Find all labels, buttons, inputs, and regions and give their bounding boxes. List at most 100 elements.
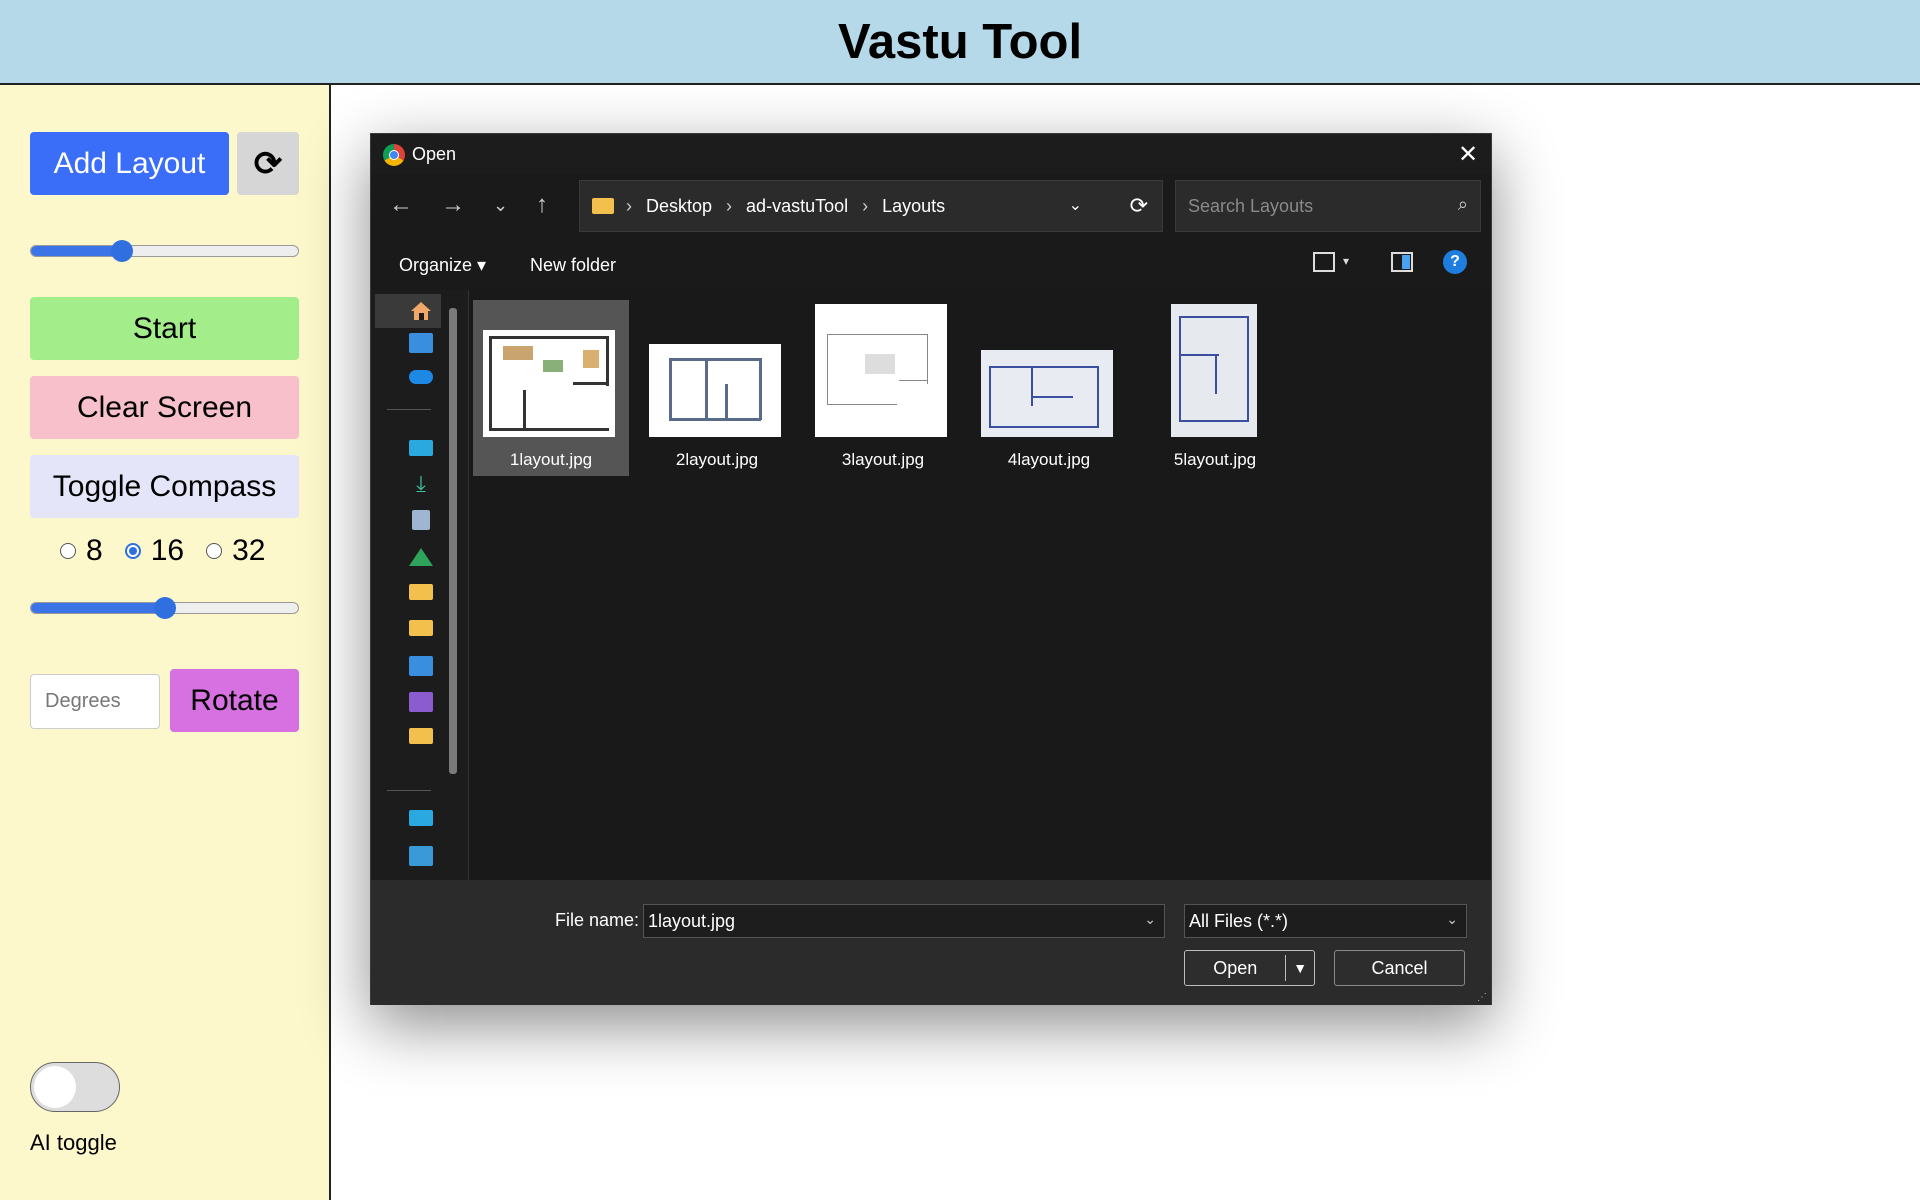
- navigation-pane: ⤓: [371, 290, 469, 880]
- chrome-icon: [383, 144, 405, 166]
- organize-menu[interactable]: Organize ▾: [399, 255, 486, 276]
- view-dropdown-icon[interactable]: ▾: [1343, 254, 1349, 268]
- folder-icon[interactable]: [409, 620, 433, 636]
- file-name: 1layout.jpg: [509, 450, 593, 469]
- scale-slider-fill: [31, 246, 122, 256]
- search-placeholder: Search Layouts: [1188, 196, 1314, 216]
- file-item[interactable]: 5layout.jpg: [1137, 300, 1293, 476]
- folder-icon[interactable]: [409, 584, 433, 600]
- compass-divisions-group: 8 16 32: [60, 531, 287, 571]
- this-pc-icon[interactable]: [409, 810, 433, 826]
- preview-pane-icon[interactable]: [1391, 252, 1413, 272]
- start-button[interactable]: Start: [30, 297, 299, 360]
- breadcrumb-ad-vastutool[interactable]: ad-vastuTool: [746, 196, 848, 217]
- documents-icon[interactable]: [412, 510, 430, 530]
- radio-8[interactable]: [60, 543, 76, 559]
- view-icon[interactable]: [1313, 252, 1335, 272]
- toggle-compass-button[interactable]: Toggle Compass: [30, 455, 299, 518]
- clear-screen-button[interactable]: Clear Screen: [30, 376, 299, 439]
- open-dropdown-icon[interactable]: ▼: [1286, 960, 1314, 976]
- recent-locations-chevron-icon[interactable]: ⌄: [493, 195, 508, 216]
- scale-slider-thumb[interactable]: [110, 240, 133, 262]
- home-icon: [409, 300, 433, 320]
- close-icon: ✕: [1457, 140, 1479, 168]
- network-icon[interactable]: [409, 846, 433, 866]
- file-thumbnail: [483, 330, 615, 437]
- file-name: 2layout.jpg: [675, 450, 759, 469]
- refresh-icon: ⟳: [253, 144, 283, 183]
- app-header: Vastu Tool: [0, 0, 1920, 85]
- radio-16[interactable]: [124, 543, 141, 559]
- folder-icon[interactable]: [409, 728, 433, 744]
- dialog-footer: File name: 1layout.jpg ⌄ All Files (*.*)…: [371, 880, 1491, 1005]
- ai-toggle-knob: [34, 1066, 76, 1108]
- search-box[interactable]: Search Layouts ⌕: [1175, 180, 1481, 232]
- breadcrumb-layouts[interactable]: Layouts: [882, 196, 945, 217]
- address-dropdown-icon[interactable]: ⌄: [1069, 195, 1082, 215]
- onedrive-icon[interactable]: [409, 370, 433, 384]
- compass-size-slider-thumb[interactable]: [153, 597, 176, 619]
- up-arrow-icon[interactable]: ↑: [536, 191, 548, 219]
- file-name-label: File name:: [555, 910, 640, 930]
- command-bar: Organize ▾ New folder ▾ ?: [371, 240, 1491, 290]
- compass-size-slider-fill: [31, 603, 165, 613]
- file-thumbnail: [1171, 304, 1257, 437]
- open-button[interactable]: Open ▼: [1184, 950, 1315, 986]
- open-button-label: Open: [1213, 957, 1258, 978]
- page-title: Vastu Tool: [837, 14, 1083, 69]
- file-name-input[interactable]: 1layout.jpg ⌄: [643, 904, 1165, 938]
- breadcrumb-separator: ›: [626, 195, 632, 216]
- file-list: 1layout.jpg 2layout.jpg 3layout.jpg 4lay…: [469, 290, 1491, 880]
- close-button[interactable]: ✕: [1445, 134, 1491, 174]
- ai-toggle-label: AI toggle: [30, 1130, 117, 1155]
- breadcrumb-desktop[interactable]: Desktop: [646, 196, 712, 217]
- nav-divider: [387, 409, 431, 410]
- degrees-input[interactable]: [30, 674, 160, 729]
- file-name-value: 1layout.jpg: [648, 911, 736, 931]
- file-thumbnail: [649, 344, 781, 437]
- back-arrow-icon[interactable]: ←: [389, 191, 413, 219]
- file-item[interactable]: 3layout.jpg: [805, 300, 961, 476]
- compass-size-slider[interactable]: [30, 597, 299, 619]
- search-icon: ⌕: [1457, 194, 1468, 214]
- ai-toggle-switch[interactable]: [30, 1062, 120, 1112]
- folder-icon: [592, 198, 614, 214]
- radio-8-label: 8: [86, 534, 103, 567]
- forward-arrow-icon[interactable]: →: [441, 191, 465, 219]
- google-drive-icon[interactable]: [409, 548, 433, 566]
- file-item[interactable]: 1layout.jpg: [473, 300, 629, 476]
- radio-32[interactable]: [206, 543, 223, 559]
- help-button[interactable]: ?: [1443, 250, 1467, 274]
- nav-divider: [387, 790, 431, 791]
- desktop-icon[interactable]: [409, 440, 433, 456]
- gallery-icon[interactable]: [409, 333, 433, 353]
- nav-scrollbar[interactable]: [449, 308, 457, 774]
- refresh-icon[interactable]: ⟳: [1130, 193, 1148, 219]
- sidebar: Add Layout ⟳ Start Clear Screen Toggle C…: [0, 85, 331, 1200]
- address-bar[interactable]: › Desktop › ad-vastuTool › Layouts ⌄ ⟳: [579, 180, 1163, 232]
- file-item[interactable]: 4layout.jpg: [971, 300, 1127, 476]
- chevron-down-icon[interactable]: ⌄: [1144, 911, 1156, 928]
- open-file-dialog: Open ✕ ← → ⌄ ↑ › Desktop › ad-vastuTool …: [370, 133, 1492, 1005]
- file-name: 4layout.jpg: [1007, 450, 1091, 469]
- file-thumbnail: [981, 350, 1113, 437]
- file-type-value: All Files (*.*): [1189, 911, 1289, 931]
- add-layout-button[interactable]: Add Layout: [30, 132, 229, 195]
- file-type-select[interactable]: All Files (*.*) ⌄: [1184, 904, 1467, 938]
- file-thumbnail: [815, 304, 947, 437]
- refresh-button[interactable]: ⟳: [237, 132, 299, 195]
- cancel-button[interactable]: Cancel: [1334, 950, 1465, 986]
- file-name: 5layout.jpg: [1173, 450, 1257, 469]
- dialog-titlebar[interactable]: Open ✕: [371, 134, 1491, 174]
- chevron-down-icon[interactable]: ⌄: [1446, 911, 1458, 928]
- resize-grip-icon[interactable]: ⋰: [1477, 992, 1487, 1003]
- pictures-icon[interactable]: [409, 656, 433, 676]
- breadcrumb-separator: ›: [862, 195, 869, 216]
- file-name: 3layout.jpg: [841, 450, 925, 469]
- downloads-icon[interactable]: ⤓: [409, 473, 433, 495]
- file-item[interactable]: 2layout.jpg: [639, 300, 795, 476]
- new-folder-button[interactable]: New folder: [530, 255, 616, 276]
- scale-slider[interactable]: [30, 240, 299, 262]
- videos-icon[interactable]: [409, 692, 433, 712]
- rotate-button[interactable]: Rotate: [170, 669, 299, 732]
